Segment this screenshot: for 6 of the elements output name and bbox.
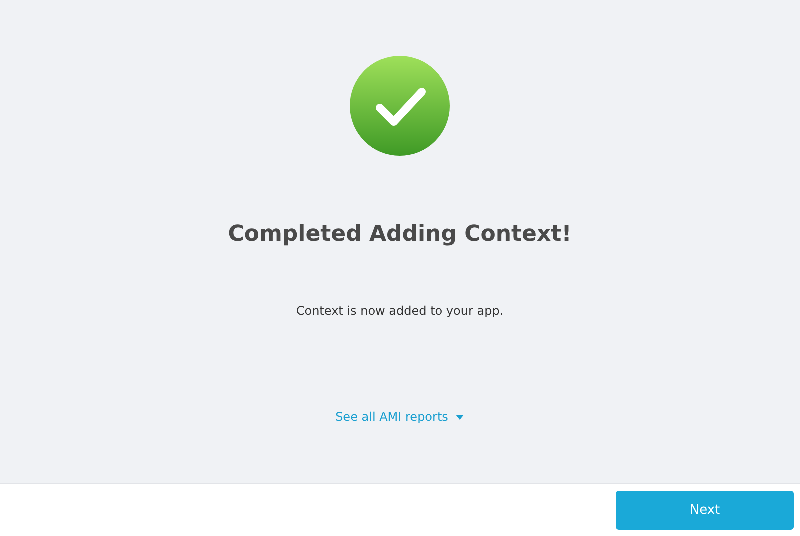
reports-link[interactable]: See all AMI reports — [336, 408, 464, 426]
completion-title: Completed Adding Context! — [228, 221, 572, 249]
completion-message: Context is now added to your app. — [296, 303, 504, 320]
caret-icon — [456, 414, 464, 420]
success-check-icon — [350, 56, 450, 156]
next-button[interactable]: Next — [616, 490, 794, 530]
